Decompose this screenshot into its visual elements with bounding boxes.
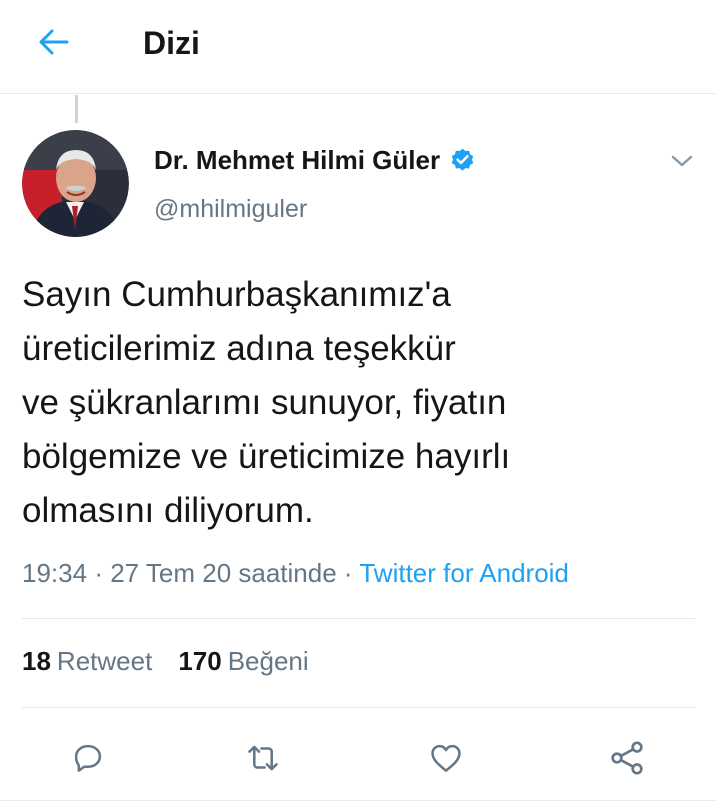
back-button[interactable] [30,18,78,66]
tweet-meta: 19:34 · 27 Tem 20 saatinde · Twitter for… [22,558,569,589]
avatar-image [22,130,129,237]
like-button[interactable] [422,734,470,782]
retweets-stat[interactable]: 18 Retweet [22,646,152,677]
likes-label: Beğeni [227,646,309,676]
share-button[interactable] [603,734,651,782]
divider [0,800,717,801]
arrow-left-icon [39,29,69,55]
more-options-button[interactable] [666,145,698,177]
likes-stat[interactable]: 170 Beğeni [178,646,308,677]
author-name[interactable]: Dr. Mehmet Hilmi Güler [154,145,440,176]
divider [22,707,695,708]
avatar[interactable] [22,130,129,237]
retweet-button[interactable] [239,734,287,782]
tweet-stats: 18 Retweet 170 Beğeni [22,646,309,677]
like-icon [431,744,461,772]
tweet-date: 27 Tem 20 saatinde [110,558,337,588]
author-handle[interactable]: @mhilmiguler [154,195,307,224]
reply-icon [74,744,102,772]
divider [22,618,695,619]
meta-separator: · [343,558,353,588]
tweet-time: 19:34 [22,558,88,588]
share-icon [611,741,643,775]
page-title: Dizi [143,25,200,61]
tweet-source-link[interactable]: Twitter for Android [359,558,569,588]
verified-badge-icon [449,147,476,174]
thread-connector-line [75,95,78,123]
tweet-text: Sayın Cumhurbaşkanımız'a üreticilerimiz … [22,275,511,530]
likes-count: 170 [178,646,222,676]
reply-button[interactable] [64,734,112,782]
retweet-icon [248,745,278,771]
retweets-label: Retweet [56,646,153,676]
action-bar [0,730,717,786]
chevron-down-icon [671,155,693,167]
meta-separator: · [94,558,103,588]
top-bar: Dizi [0,0,717,94]
retweets-count: 18 [22,646,51,676]
author-row[interactable]: Dr. Mehmet Hilmi Güler [154,143,476,177]
